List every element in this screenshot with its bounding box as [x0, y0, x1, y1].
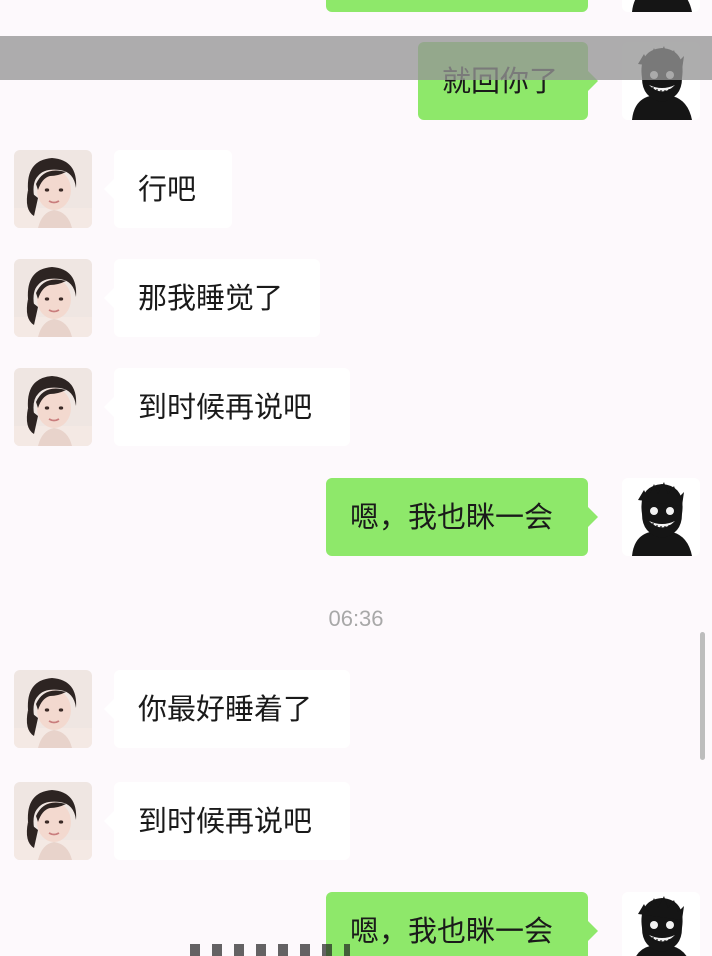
message-bubble-outgoing[interactable]: 嗯，我也眯一会 — [326, 478, 598, 556]
message-timestamp: 06:36 — [328, 606, 384, 631]
message-bubble-outgoing[interactable]: 嗯，我也眯一会 — [326, 892, 598, 956]
contact-avatar-icon[interactable] — [14, 259, 92, 337]
user-avatar-icon[interactable] — [622, 0, 700, 12]
chat-screen: 就回你了 行吧 那我睡觉了 到时候再说吧 嗯，我也眯一会 06:36 你最好睡着… — [0, 0, 712, 956]
user-avatar-icon[interactable] — [622, 478, 700, 556]
contact-avatar-icon[interactable] — [14, 150, 92, 228]
message-bubble-incoming[interactable]: 你最好睡着了 — [104, 670, 350, 748]
user-avatar-icon[interactable] — [622, 892, 700, 956]
message-bubble-incoming[interactable]: 到时候再说吧 — [104, 782, 350, 860]
message-bubble-incoming[interactable]: 到时候再说吧 — [104, 368, 350, 446]
message-bubble-outgoing[interactable] — [326, 0, 588, 12]
top-overlay-bar — [0, 36, 712, 80]
contact-avatar-icon[interactable] — [14, 368, 92, 446]
message-bubble-incoming[interactable]: 那我睡觉了 — [104, 259, 320, 337]
cutoff-overlay-text — [190, 944, 350, 956]
contact-avatar-icon[interactable] — [14, 782, 92, 860]
contact-avatar-icon[interactable] — [14, 670, 92, 748]
scrollbar[interactable] — [700, 632, 705, 760]
message-bubble-incoming[interactable]: 行吧 — [104, 150, 232, 228]
